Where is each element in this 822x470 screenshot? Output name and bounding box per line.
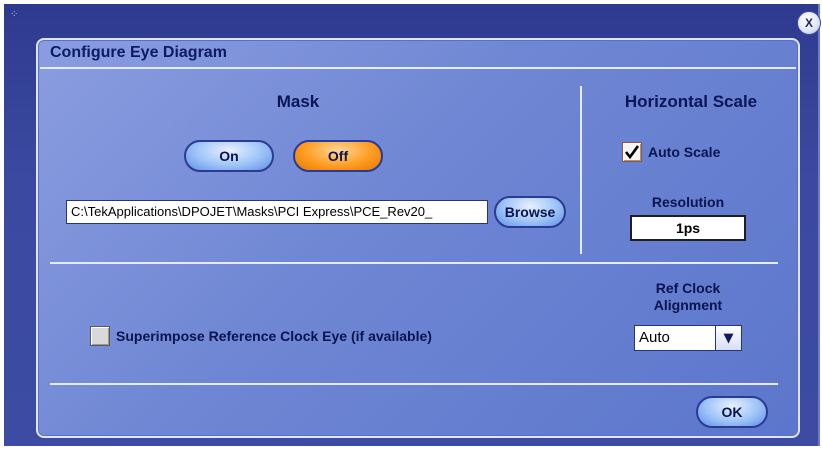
ref-clock-alignment-label-line2: Alignment: [653, 297, 723, 313]
resize-grip-icon[interactable]: ⁘: [10, 10, 20, 20]
mask-heading: Mask: [276, 92, 320, 111]
close-button[interactable]: X: [797, 11, 821, 35]
resolution-field[interactable]: 1ps: [630, 215, 746, 241]
ref-clock-alignment-select[interactable]: Auto ▼: [634, 325, 742, 351]
ref-clock-alignment-value: Auto: [639, 329, 670, 346]
horizontal-scale-heading: Horizontal Scale: [624, 92, 758, 111]
configure-eye-diagram-dialog: Configure Eye Diagram Mask On Off C:\Tek…: [36, 38, 800, 438]
dialog-title: Configure Eye Diagram: [50, 44, 227, 61]
auto-scale-label: Auto Scale: [648, 144, 721, 160]
section-divider-horizontal: [50, 262, 778, 264]
superimpose-ref-clock-label: Superimpose Reference Clock Eye (if avai…: [116, 328, 432, 344]
chevron-down-icon[interactable]: ▼: [715, 326, 741, 350]
close-icon: X: [804, 16, 813, 30]
ref-clock-alignment-label-line1: Ref Clock: [655, 280, 721, 296]
mask-on-button[interactable]: On: [184, 140, 274, 172]
section-divider-vertical: [580, 86, 582, 254]
auto-scale-checkbox[interactable]: [622, 142, 642, 162]
ref-clock-alignment-label: Ref Clock Alignment: [624, 280, 752, 314]
superimpose-ref-clock-checkbox[interactable]: [90, 326, 110, 346]
footer-divider: [50, 383, 778, 385]
title-divider: [40, 67, 796, 69]
resolution-label: Resolution: [651, 194, 725, 210]
browse-button[interactable]: Browse: [494, 196, 566, 228]
checkmark-icon: [624, 145, 640, 160]
mask-path-field[interactable]: C:\TekApplications\DPOJET\Masks\PCI Expr…: [66, 200, 488, 224]
mask-off-button[interactable]: Off: [293, 140, 383, 172]
ok-button[interactable]: OK: [696, 396, 768, 428]
